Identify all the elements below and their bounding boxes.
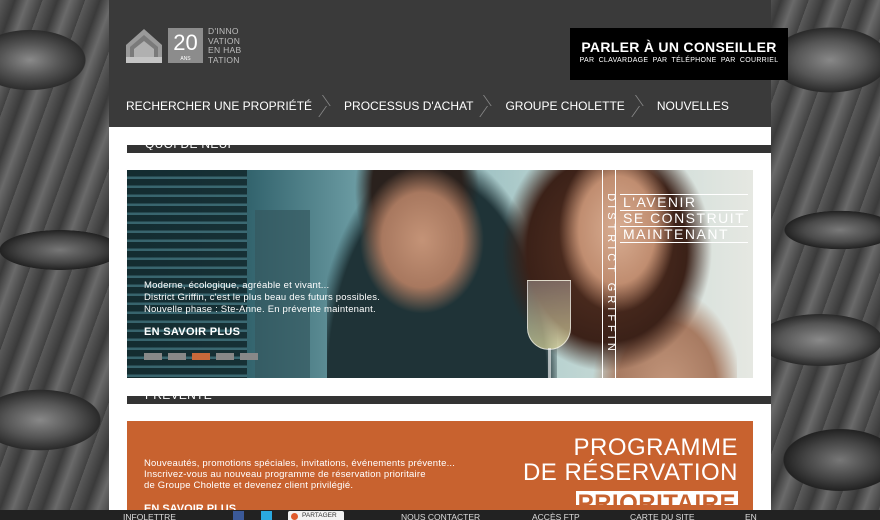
hero-line: Nouvelle phase : Ste-Anne. En prévente m… <box>144 304 376 315</box>
footer-contact-link[interactable]: NOUS CONTACTER <box>401 512 480 520</box>
promo-heading: PROGRAMME DE RÉSERVATION PRIORITAIRE <box>523 435 738 510</box>
cta-title: PARLER À UN CONSEILLER <box>581 39 777 55</box>
slider-dot[interactable] <box>216 353 234 360</box>
promo-heading-line: DE RÉSERVATION <box>522 459 738 486</box>
district-griffin-vertical: DISTRICT GRIFFIN <box>602 170 617 378</box>
twitter-icon[interactable] <box>261 511 272 520</box>
footer-sitemap-link[interactable]: CARTE DU SITE <box>630 512 695 520</box>
wine-glass-stem <box>548 348 551 378</box>
logo-tagline: D'INNO VATION EN HAB TATION <box>208 26 241 65</box>
vertical-brand-text: DISTRICT GRIFFIN <box>605 193 617 355</box>
hero-description: Moderne, écologique, agréable et vivant.… <box>144 280 380 316</box>
nav-item-search-property[interactable]: RECHERCHER UNE PROPRIÉTÉ <box>126 94 322 118</box>
nav-separator <box>635 94 647 118</box>
badge-number: 20 <box>173 30 198 55</box>
slider-dot-active[interactable] <box>192 353 210 360</box>
slogan-line: MAINTENANT <box>620 226 749 243</box>
anniversary-badge: 20 ANS <box>168 28 203 63</box>
main-nav: RECHERCHER UNE PROPRIÉTÉ PROCESSUS D'ACH… <box>126 94 739 118</box>
hero-line: District Griffin, c'est le plus beau des… <box>144 292 381 303</box>
talk-to-advisor-button[interactable]: PARLER À UN CONSEILLER PAR CLAVARDAGE PA… <box>570 28 788 80</box>
logo[interactable]: 20 ANS D'INNO VATION EN HAB TATION <box>126 26 256 67</box>
promo-line: de Groupe Cholette et devenez client pri… <box>144 480 354 491</box>
hero-slogan: L'AVENIR SE CONSTRUIT MAINTENANT <box>620 194 749 243</box>
priority-program-banner[interactable]: Nouveautés, promotions spéciales, invita… <box>127 421 753 520</box>
facebook-icon[interactable] <box>233 511 244 520</box>
footer-bar: INFOLETTRE PARTAGER NOUS CONTACTER ACCÈS… <box>0 510 880 520</box>
promo-description: Nouveautés, promotions spéciales, invita… <box>144 458 455 491</box>
hero-building <box>127 170 247 378</box>
cta-subtitle: PAR CLAVARDAGE PAR TÉLÉPHONE PAR COURRIE… <box>579 57 779 64</box>
slogan-line: L'AVENIR <box>620 194 749 211</box>
slider-dots <box>144 353 258 360</box>
slider-dot[interactable] <box>240 353 258 360</box>
wine-glass <box>527 280 571 350</box>
slogan-line: SE CONSTRUIT <box>620 210 749 227</box>
promo-line: Inscrivez-vous au nouveau programme de r… <box>144 469 426 480</box>
hero-slider[interactable]: Moderne, écologique, agréable et vivant.… <box>127 170 753 378</box>
share-button[interactable]: PARTAGER <box>288 511 344 520</box>
house-logo-icon <box>126 29 162 63</box>
promo-heading-line: PRIORITAIRE <box>575 491 738 505</box>
slider-dot[interactable] <box>168 353 186 360</box>
nav-item-purchase-process[interactable]: PROCESSUS D'ACHAT <box>344 94 483 118</box>
hero-line: Moderne, écologique, agréable et vivant.… <box>144 280 330 291</box>
section-title-news: QUOI DE NEUF <box>145 138 236 150</box>
footer-newsletter-link[interactable]: INFOLETTRE <box>123 512 176 520</box>
header: 20 ANS D'INNO VATION EN HAB TATION PARLE… <box>109 0 788 127</box>
nav-separator <box>322 94 334 118</box>
section-header-news: QUOI DE NEUF <box>127 138 771 153</box>
tagline-line: TATION <box>208 54 240 65</box>
footer-language-link[interactable]: EN <box>745 512 757 520</box>
hero-learn-more-link[interactable]: EN SAVOIR PLUS <box>144 326 240 338</box>
nav-separator <box>483 94 495 118</box>
page-container: 20 ANS D'INNO VATION EN HAB TATION PARLE… <box>109 0 788 520</box>
section-header-presale: PRÉVENTE <box>127 389 771 404</box>
section-title-presale: PRÉVENTE <box>145 389 213 401</box>
slider-dot[interactable] <box>144 353 162 360</box>
promo-heading-line: PROGRAMME <box>573 434 738 461</box>
footer-ftp-link[interactable]: ACCÈS FTP <box>532 512 580 520</box>
nav-item-news[interactable]: NOUVELLES <box>657 94 739 118</box>
nav-item-groupe-cholette[interactable]: GROUPE CHOLETTE <box>505 94 634 118</box>
badge-small: ANS <box>180 56 191 62</box>
promo-line: Nouveautés, promotions spéciales, invita… <box>144 458 456 469</box>
